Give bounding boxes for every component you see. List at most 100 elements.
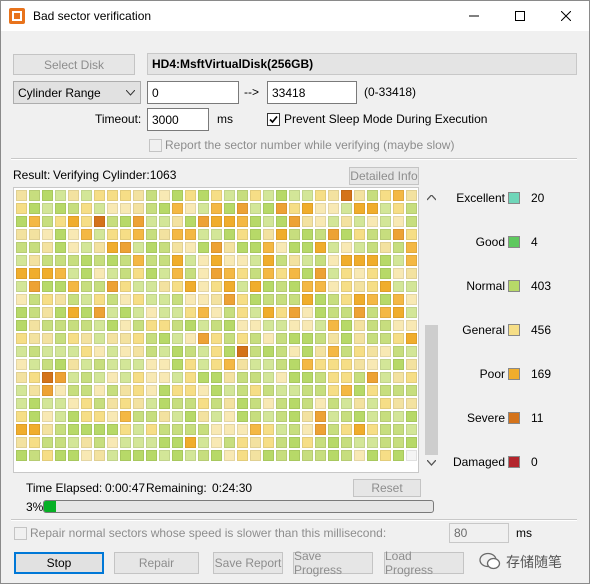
separator <box>11 519 577 521</box>
repair-normal-checkbox[interactable] <box>14 527 27 540</box>
sector-block <box>185 307 196 318</box>
load-progress-button[interactable]: Load Progress <box>384 549 464 577</box>
sector-block <box>185 424 196 435</box>
range-end-input[interactable]: 33418 <box>267 81 357 104</box>
sector-block <box>133 203 144 214</box>
sector-block <box>159 372 170 383</box>
sector-block <box>211 437 222 448</box>
sector-block <box>276 450 287 461</box>
repair-ms-input[interactable]: 80 <box>449 523 509 543</box>
sector-block <box>406 203 417 214</box>
stop-button[interactable]: Stop <box>14 552 104 574</box>
sector-block <box>224 229 235 240</box>
sector-block <box>146 307 157 318</box>
sector-block <box>81 307 92 318</box>
range-mode-select[interactable]: Cylinder Range <box>13 81 141 104</box>
sector-block <box>29 437 40 448</box>
scroll-down-icon[interactable] <box>427 460 436 466</box>
legend-swatch <box>508 324 520 336</box>
sector-block <box>94 203 105 214</box>
sector-block <box>146 385 157 396</box>
sector-block <box>55 255 66 266</box>
result-label: Result: <box>13 168 51 182</box>
sector-block <box>393 333 404 344</box>
sector-block <box>68 437 79 448</box>
sector-block <box>55 320 66 331</box>
sector-block <box>42 229 53 240</box>
sector-block <box>159 307 170 318</box>
sector-block <box>16 411 27 422</box>
sector-block <box>224 346 235 357</box>
sector-block <box>354 255 365 266</box>
sector-block <box>107 411 118 422</box>
repair-button[interactable]: Repair <box>114 552 199 574</box>
legend-swatch <box>508 412 520 424</box>
sector-block <box>406 320 417 331</box>
sector-block <box>185 203 196 214</box>
sector-block <box>159 242 170 253</box>
sector-block <box>198 333 209 344</box>
sector-block <box>120 372 131 383</box>
sector-block <box>367 229 378 240</box>
legend-label: Excellent <box>456 191 505 205</box>
reset-button[interactable]: Reset <box>353 479 421 497</box>
legend-item-severe: Severe 11 <box>445 411 585 427</box>
sector-block <box>380 450 391 461</box>
sector-block <box>198 437 209 448</box>
sector-block <box>107 450 118 461</box>
sector-block <box>276 216 287 227</box>
range-start-input[interactable]: 0 <box>147 81 239 104</box>
sector-block <box>133 216 144 227</box>
maximize-button[interactable] <box>497 1 543 31</box>
sector-block <box>380 190 391 201</box>
save-report-button[interactable]: Save Report <box>213 552 283 574</box>
sector-block <box>120 398 131 409</box>
timeout-input[interactable]: 3000 <box>147 108 209 131</box>
sector-block <box>133 424 144 435</box>
sector-block <box>302 424 313 435</box>
sector-block <box>94 346 105 357</box>
sector-block <box>289 190 300 201</box>
minimize-button[interactable] <box>451 1 497 31</box>
sector-block <box>120 294 131 305</box>
sector-block <box>315 346 326 357</box>
legend-count: 4 <box>531 235 538 249</box>
prevent-sleep-checkbox[interactable] <box>267 113 280 126</box>
detailed-info-button[interactable]: Detailed Info <box>349 167 419 185</box>
sector-block <box>224 242 235 253</box>
sector-block <box>276 255 287 266</box>
repair-ms-unit: ms <box>516 526 532 540</box>
sector-block <box>133 346 144 357</box>
report-sector-checkbox[interactable] <box>149 139 162 152</box>
sector-block <box>16 307 27 318</box>
sector-block <box>172 320 183 331</box>
sector-block <box>172 268 183 279</box>
sector-block <box>55 294 66 305</box>
sector-block <box>237 411 248 422</box>
sector-block <box>94 242 105 253</box>
sector-block <box>16 372 27 383</box>
sector-block <box>250 307 261 318</box>
sector-block <box>55 411 66 422</box>
sector-block <box>42 294 53 305</box>
sector-block <box>198 320 209 331</box>
sector-block <box>120 359 131 370</box>
sector-block <box>289 411 300 422</box>
dialog-window: Bad sector verification Select Disk HD4:… <box>0 0 590 584</box>
sector-block <box>81 333 92 344</box>
sector-block <box>263 255 274 266</box>
sector-block <box>185 242 196 253</box>
sector-block <box>68 385 79 396</box>
select-disk-button[interactable]: Select Disk <box>13 54 135 75</box>
save-progress-button[interactable]: Save Progress <box>293 549 373 577</box>
sector-block <box>133 307 144 318</box>
grid-scrollbar[interactable] <box>423 187 440 473</box>
sector-block <box>380 294 391 305</box>
scrollbar-thumb[interactable] <box>425 325 438 455</box>
sector-block <box>237 450 248 461</box>
close-button[interactable] <box>543 1 589 31</box>
sector-block <box>263 450 274 461</box>
scroll-up-icon[interactable] <box>427 195 436 201</box>
sector-block <box>289 424 300 435</box>
sector-block <box>55 281 66 292</box>
